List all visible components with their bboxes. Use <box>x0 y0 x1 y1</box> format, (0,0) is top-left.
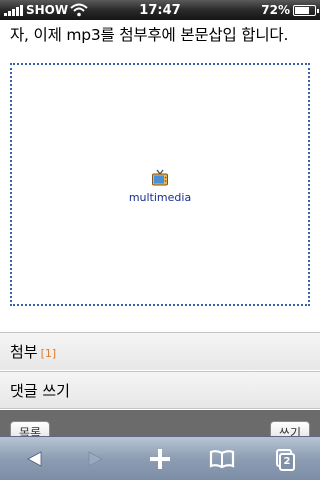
write-comment-row[interactable]: 댓글 쓰기 <box>0 371 320 409</box>
bookmarks-button[interactable] <box>202 437 242 480</box>
post-editor-area[interactable]: multimedia <box>10 63 310 306</box>
forward-arrow-icon <box>87 450 105 468</box>
back-arrow-icon <box>25 450 43 468</box>
attachment-label: 첨부 <box>10 343 38 361</box>
tv-icon <box>151 169 169 187</box>
multimedia-label: multimedia <box>128 191 192 204</box>
pages-icon: 2 <box>266 437 306 480</box>
post-body-text: 자, 이제 mp3를 첨부후에 본문삽입 합니다. <box>10 26 289 44</box>
forward-button[interactable] <box>76 437 116 480</box>
bookmarks-icon <box>209 449 235 469</box>
attachment-row[interactable]: 첨부 [1] <box>0 332 320 370</box>
pages-count: 2 <box>283 456 291 467</box>
status-bar: SHOW 17:47 72% <box>0 0 320 20</box>
back-button[interactable] <box>14 437 54 480</box>
add-icon <box>149 448 171 470</box>
add-bookmark-button[interactable] <box>140 437 180 480</box>
battery-percent: 72% <box>261 3 290 17</box>
battery-icon <box>293 5 319 16</box>
browser-toolbar: 2 <box>0 436 320 480</box>
write-comment-label: 댓글 쓰기 <box>10 382 70 400</box>
pages-button[interactable]: 2 <box>266 437 306 480</box>
multimedia-embed[interactable]: multimedia <box>12 169 308 204</box>
attachment-count: [1] <box>40 347 57 360</box>
page-content: 자, 이제 mp3를 첨부후에 본문삽입 합니다. multimedia 첨부[… <box>0 20 320 442</box>
